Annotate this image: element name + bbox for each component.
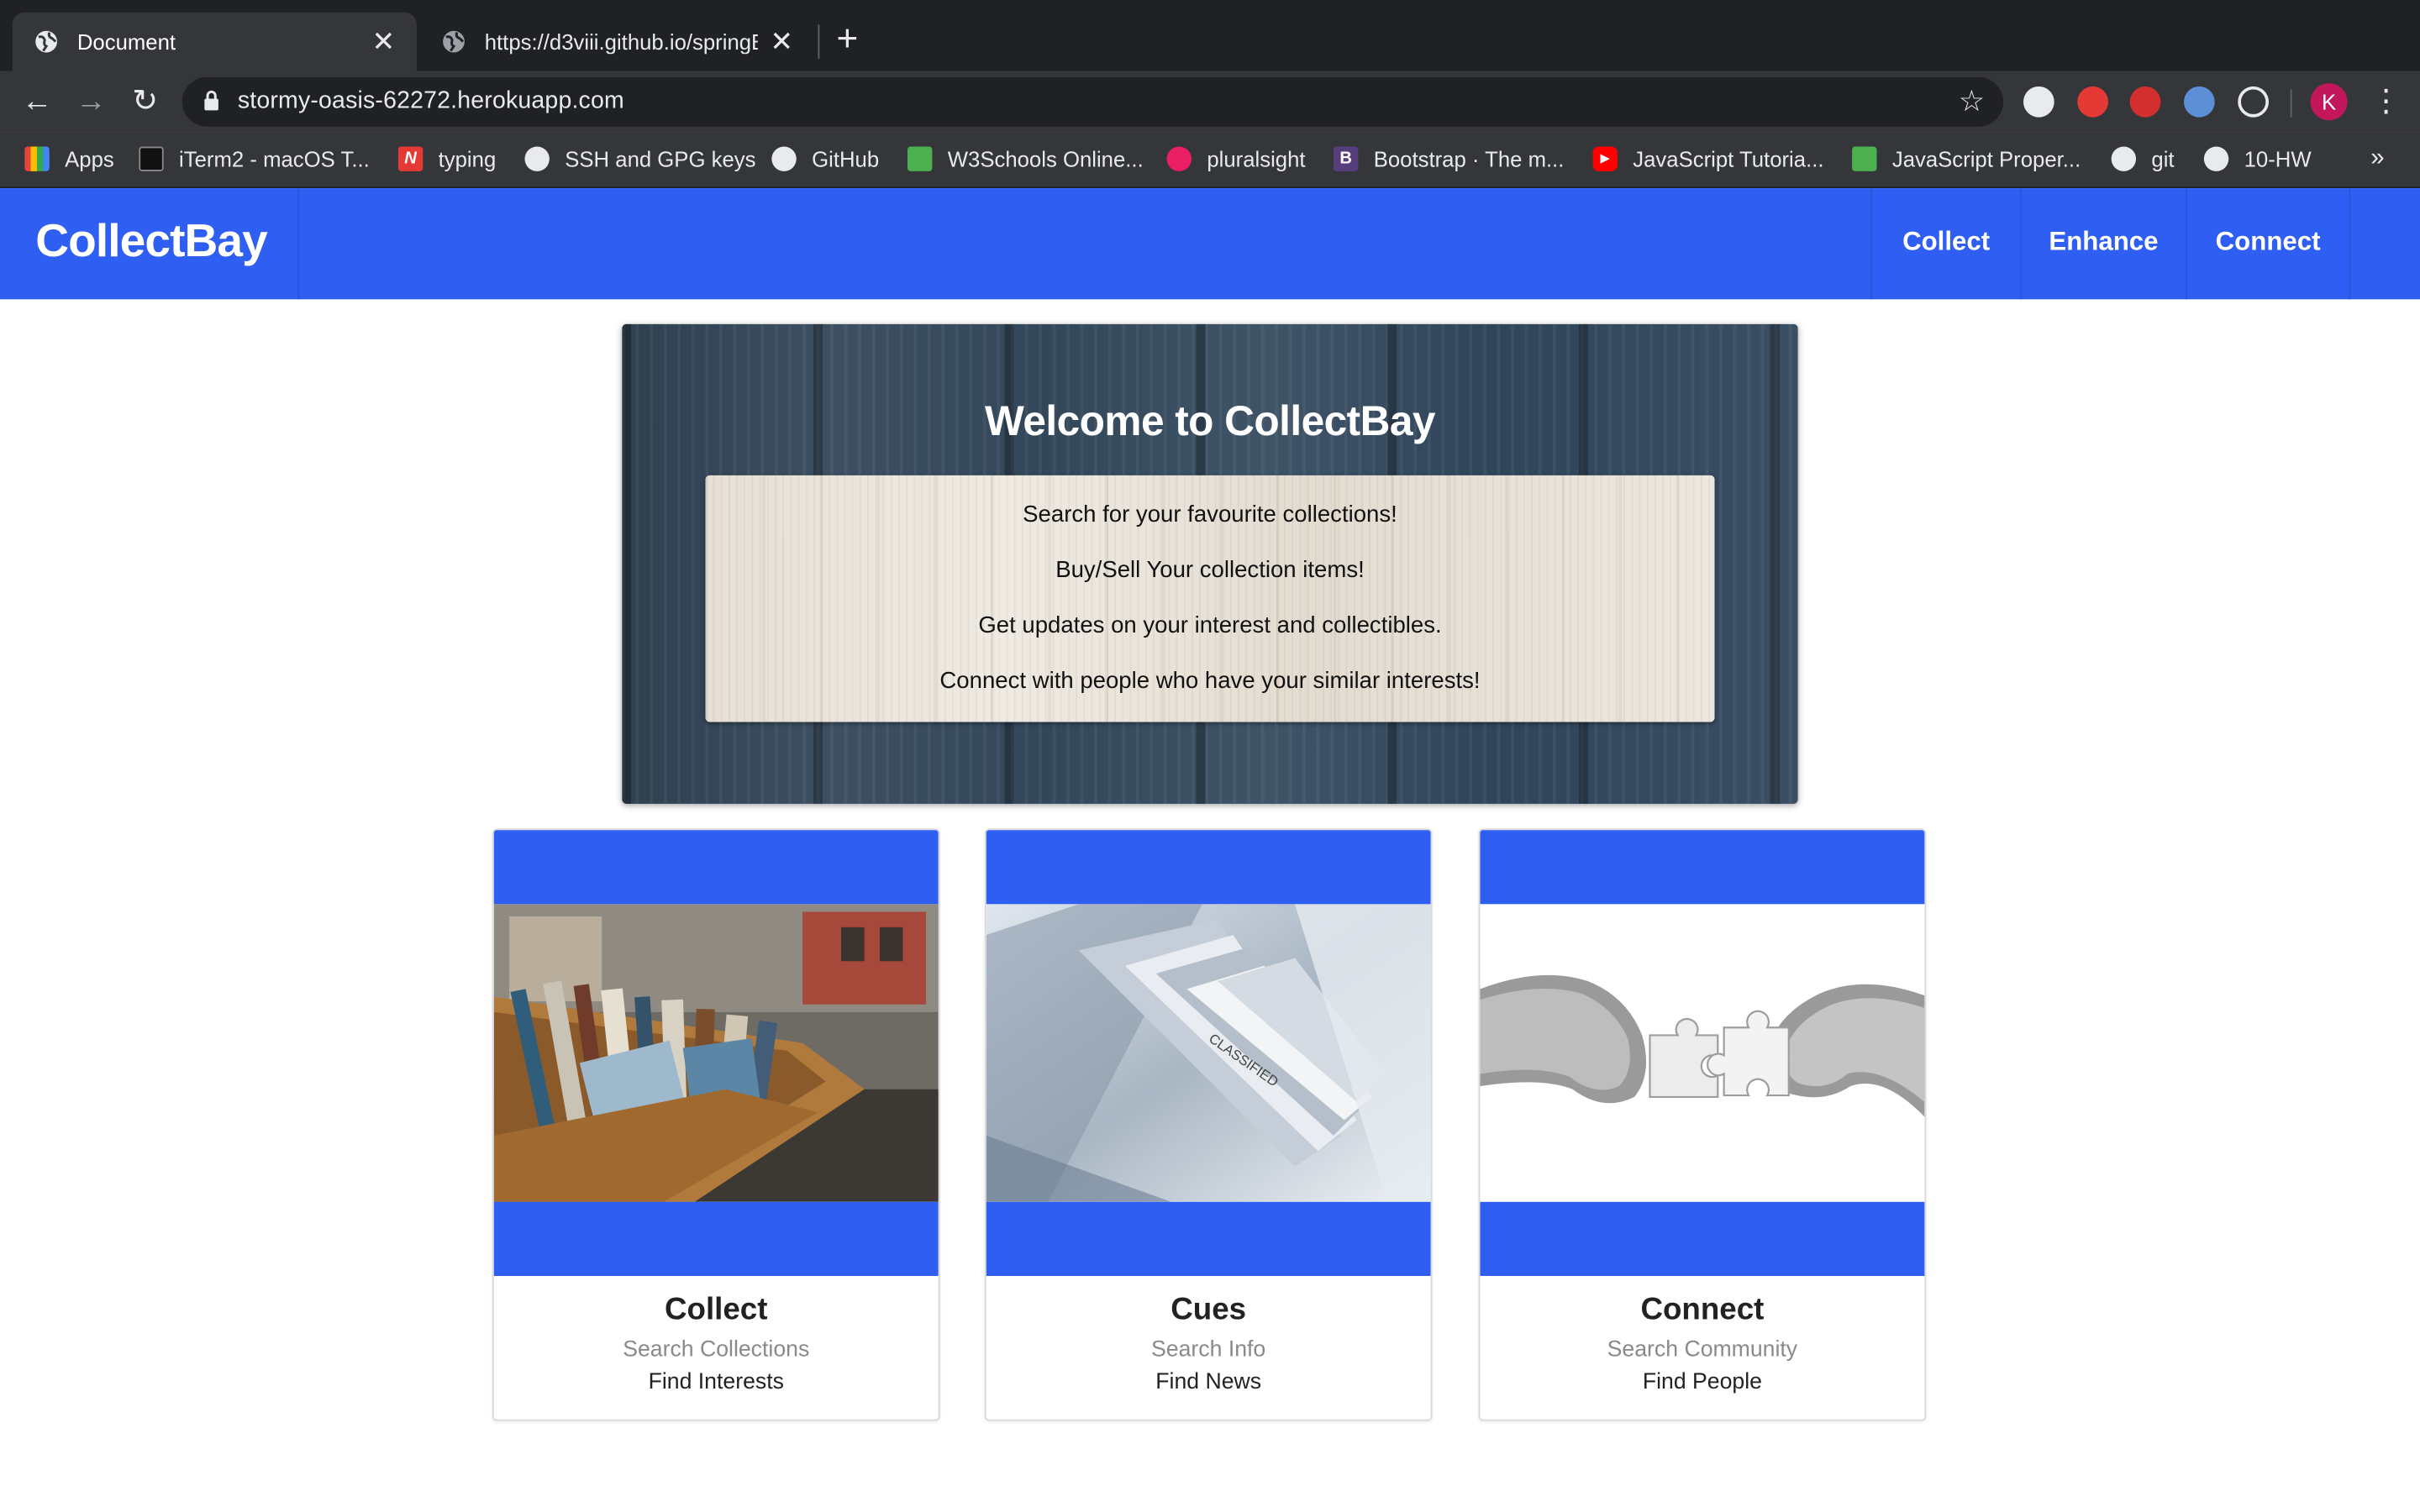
hero-jumbotron: Welcome to CollectBay Search for your fa… (622, 323, 1798, 804)
bootstrap-icon: B (1333, 146, 1359, 171)
adblock-icon[interactable] (2129, 86, 2161, 118)
bookmark-typing[interactable]: N typing (397, 133, 497, 185)
hero-feature-line: Get updates on your interest and collect… (978, 612, 1442, 639)
pluralsight-icon (1166, 146, 1192, 171)
site-navbar: CollectBay Collect Enhance Connect (0, 188, 2420, 300)
forward-arrow-icon[interactable]: → (72, 83, 109, 120)
new-tab-button[interactable]: + (837, 21, 859, 59)
bookmarks-bar: Apps iTerm2 - macOS T... N typing SSH an… (0, 132, 2420, 189)
bookmark-pluralsight[interactable]: pluralsight (1166, 133, 1306, 185)
bookmark-label: JavaScript Tutoria... (1633, 146, 1824, 171)
card-header-band (986, 830, 1431, 905)
card-text: Find People (1642, 1370, 1762, 1395)
address-bar[interactable]: stormy-oasis-62272.herokuapp.com ☆ (182, 76, 2004, 127)
bookmark-label: Apps (65, 146, 114, 171)
card-header-band (493, 830, 939, 905)
tab-title: https://d3viii.github.io/springB (484, 29, 758, 55)
bookmark-iterm2[interactable]: iTerm2 - macOS T... (139, 133, 370, 185)
n-logo-icon: N (397, 146, 424, 171)
card-title: Cues (1171, 1293, 1247, 1327)
tab-springb[interactable]: https://d3viii.github.io/springB ✕ (420, 13, 815, 71)
books-in-crates-photo (493, 904, 939, 1202)
bookmark-label: W3Schools Online... (947, 146, 1144, 171)
bookmark-apps[interactable]: Apps (24, 133, 114, 185)
hero-title: Welcome to CollectBay (985, 397, 1436, 444)
bookmark-label: 10-HW (2244, 146, 2312, 171)
card-text: Find News (1155, 1370, 1262, 1395)
tab-title: Document (76, 29, 176, 55)
w3schools-icon (1852, 146, 1877, 171)
card-header-band (1480, 830, 1925, 905)
card-text: Find Interests (648, 1370, 784, 1395)
card-connect[interactable]: Connect Search Community Find People (1478, 828, 1927, 1421)
extension-icon[interactable] (2023, 86, 2054, 118)
card-cues[interactable]: CLASSIFIED Cues Search Info Find News (984, 828, 1433, 1421)
bookmark-label: JavaScript Proper... (1891, 146, 2081, 171)
bookmark-bootstrap[interactable]: B Bootstrap · The m... (1333, 133, 1565, 185)
iterm-icon (139, 146, 164, 171)
bookmark-label: SSH and GPG keys (565, 146, 756, 171)
tab-divider (818, 24, 820, 59)
apps-grid-icon (24, 146, 50, 171)
bookmark-label: git (2151, 146, 2175, 171)
bookmark-label: typing (438, 146, 497, 171)
extension-icon[interactable] (2183, 86, 2215, 118)
card-title: Connect (1640, 1293, 1765, 1327)
card-footer-band (986, 1201, 1431, 1276)
bookmark-label: pluralsight (1207, 146, 1306, 171)
bookmark-label: Bootstrap · The m... (1373, 146, 1565, 171)
tab-document[interactable]: Document ✕ (12, 12, 417, 71)
bookmark-ssh-gpg[interactable]: SSH and GPG keys (524, 133, 755, 185)
newspapers-classified-photo: CLASSIFIED (986, 904, 1431, 1202)
card-collect[interactable]: Collect Search Collections Find Interest… (492, 828, 940, 1421)
toolbar-separator (2290, 89, 2292, 118)
reload-icon[interactable]: ↻ (127, 83, 164, 120)
globe-icon (35, 30, 57, 53)
bookmark-git[interactable]: git (2111, 133, 2175, 185)
close-icon[interactable]: ✕ (770, 25, 793, 58)
bookmark-10-hw[interactable]: 10-HW (2203, 133, 2312, 185)
globe-icon (443, 30, 465, 53)
github-icon (771, 146, 797, 171)
bookmark-label: iTerm2 - macOS T... (179, 146, 370, 171)
card-footer-band (1480, 1201, 1925, 1276)
nav-connect[interactable]: Connect (2185, 188, 2349, 300)
close-icon[interactable]: ✕ (371, 25, 395, 58)
github-icon (524, 146, 550, 171)
bookmark-star-icon[interactable]: ☆ (1959, 85, 1985, 120)
bookmark-w3schools[interactable]: W3Schools Online... (908, 133, 1144, 185)
hero-feature-line: Search for your favourite collections! (1023, 501, 1397, 528)
bookmark-js-tutorial[interactable]: ▶ JavaScript Tutoria... (1592, 133, 1824, 185)
hands-puzzle-pieces-photo (1480, 904, 1925, 1202)
back-arrow-icon[interactable]: ← (18, 83, 55, 120)
bookmark-js-properties[interactable]: JavaScript Proper... (1852, 133, 2081, 185)
hero-feature-line: Connect with people who have your simila… (939, 668, 1481, 695)
url-text: stormy-oasis-62272.herokuapp.com (237, 87, 624, 114)
card-footer-band (493, 1201, 939, 1276)
github-icon (2203, 146, 2229, 171)
github-icon (2111, 146, 2137, 171)
browser-toolbar: ← → ↻ stormy-oasis-62272.herokuapp.com ☆… (0, 71, 2420, 133)
brand-logo[interactable]: CollectBay (0, 188, 300, 300)
w3schools-icon (908, 146, 933, 171)
card-subtitle: Search Community (1607, 1337, 1798, 1362)
profile-avatar[interactable]: K (2310, 83, 2348, 121)
hero-feature-line: Buy/Sell Your collection items! (1055, 557, 1365, 584)
nav-collect[interactable]: Collect (1870, 188, 2020, 300)
card-title: Collect (665, 1293, 768, 1327)
menu-kebab-icon[interactable]: ⋮ (2370, 83, 2402, 120)
ublock-icon[interactable] (2077, 86, 2108, 118)
card-subtitle: Search Info (1151, 1337, 1266, 1362)
lock-icon (204, 90, 218, 111)
nav-divider (2349, 188, 2351, 300)
youtube-icon: ▶ (1592, 146, 1618, 171)
card-subtitle: Search Collections (623, 1337, 810, 1362)
browser-tabstrip: Document ✕ https://d3viii.github.io/spri… (0, 0, 2420, 71)
bookmark-github[interactable]: GitHub (771, 133, 879, 185)
nav-enhance[interactable]: Enhance (2020, 188, 2186, 300)
react-devtools-icon[interactable] (2238, 86, 2269, 118)
bookmarks-overflow-button[interactable]: » (2370, 145, 2384, 173)
hero-features-panel: Search for your favourite collections! B… (705, 475, 1715, 722)
bookmark-label: GitHub (812, 146, 880, 171)
